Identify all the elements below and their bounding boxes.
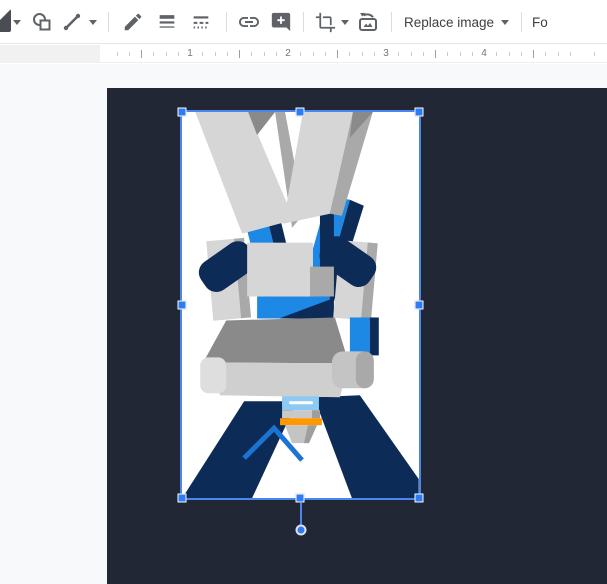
toolbar-separator — [226, 12, 227, 32]
toolbar-separator — [108, 12, 109, 32]
ruler-tick — [264, 52, 265, 56]
ruler-tick — [153, 52, 154, 56]
border-dash-button[interactable] — [189, 10, 213, 34]
shape-icon — [30, 10, 54, 34]
rotation-handle-stem — [300, 503, 302, 525]
ruler-left-margin — [0, 45, 100, 63]
ruler-tick — [141, 50, 142, 58]
reset-image-button[interactable] — [356, 10, 380, 34]
selection-handle-top-right[interactable] — [415, 108, 424, 117]
ruler-tick — [276, 52, 277, 56]
border-color-icon — [122, 11, 144, 33]
fill-color-partial-icon[interactable] — [0, 9, 11, 32]
image-toolbar: Replace image Fo — [0, 0, 607, 44]
selection-handle-bottom-middle[interactable] — [296, 494, 305, 503]
ruler-tick — [349, 52, 350, 56]
border-color-button[interactable] — [121, 10, 145, 34]
ruler-tick — [337, 50, 338, 58]
insert-link-button[interactable] — [237, 10, 261, 34]
ruler-tick — [374, 52, 375, 56]
robot-illustration — [182, 112, 419, 498]
selection-handle-bottom-left[interactable] — [178, 494, 187, 503]
ruler-tick — [398, 52, 399, 56]
ruler-tick — [178, 52, 179, 56]
line-icon — [60, 10, 84, 34]
ruler-tick — [545, 52, 546, 56]
replace-image-caret-icon — [501, 20, 509, 25]
ruler-inch-label: 4 — [481, 48, 487, 59]
ruler-tick — [215, 52, 216, 56]
ruler-tick — [202, 52, 203, 56]
ruler-tick — [300, 52, 301, 56]
line-button[interactable] — [60, 10, 84, 34]
fill-color-dropdown-caret-icon[interactable] — [13, 20, 21, 25]
selection-handle-bottom-right[interactable] — [415, 494, 424, 503]
ruler-tick — [166, 52, 167, 56]
selection-handle-top-middle[interactable] — [296, 108, 305, 117]
add-comment-button[interactable] — [269, 10, 293, 34]
ruler-tick — [239, 50, 240, 58]
replace-image-button[interactable]: Replace image — [404, 0, 509, 44]
ruler-tick — [313, 52, 314, 56]
ruler-tick — [129, 52, 130, 56]
selection-handle-middle-left[interactable] — [178, 301, 187, 310]
ruler-tick — [251, 52, 252, 56]
reset-image-icon — [356, 10, 380, 34]
ruler-inch-label: 2 — [285, 48, 291, 59]
workspace — [0, 64, 607, 584]
app-window: Replace image Fo 1 2 3 4 — [0, 0, 607, 584]
ruler-tick — [496, 52, 497, 56]
ruler-tick — [472, 52, 473, 56]
crop-icon — [315, 12, 336, 33]
shape-button[interactable] — [30, 10, 54, 34]
ruler-tick — [509, 52, 510, 56]
crop-dropdown-caret-icon[interactable] — [341, 20, 349, 25]
ruler-tick — [325, 52, 326, 56]
format-options-label: Fo — [532, 15, 548, 30]
border-dash-icon — [190, 11, 212, 33]
add-comment-icon — [270, 11, 292, 33]
insert-link-icon — [237, 10, 261, 34]
border-weight-icon — [156, 11, 178, 33]
selection-handle-top-left[interactable] — [178, 108, 187, 117]
selected-image[interactable] — [182, 112, 419, 498]
ruler-tick — [460, 52, 461, 56]
ruler-tick — [117, 52, 118, 56]
ruler-tick — [570, 52, 571, 56]
ruler-tick — [423, 52, 424, 56]
ruler-tick — [447, 52, 448, 56]
fill-color-partial-glyph — [0, 9, 11, 20]
ruler-tick — [533, 50, 534, 58]
line-dropdown-caret-icon[interactable] — [89, 20, 97, 25]
horizontal-ruler: 1 2 3 4 — [0, 45, 607, 63]
ruler-inch-label: 1 — [187, 48, 193, 59]
format-options-button[interactable]: Fo — [532, 0, 548, 44]
border-weight-button[interactable] — [155, 10, 179, 34]
ruler-tick — [558, 52, 559, 56]
rotation-handle[interactable] — [295, 525, 306, 536]
ruler-inch-label: 3 — [383, 48, 389, 59]
ruler-tick — [521, 52, 522, 56]
ruler-tick — [227, 52, 228, 56]
ruler-tick — [411, 52, 412, 56]
ruler-tick — [594, 52, 595, 56]
replace-image-label: Replace image — [404, 15, 494, 30]
crop-button[interactable] — [313, 10, 337, 34]
ruler-tick — [362, 52, 363, 56]
toolbar-separator — [521, 12, 522, 32]
slide-canvas[interactable] — [107, 88, 607, 584]
toolbar-separator — [391, 12, 392, 32]
selection-handle-middle-right[interactable] — [415, 301, 424, 310]
toolbar-separator — [303, 12, 304, 32]
ruler-tick — [435, 50, 436, 58]
